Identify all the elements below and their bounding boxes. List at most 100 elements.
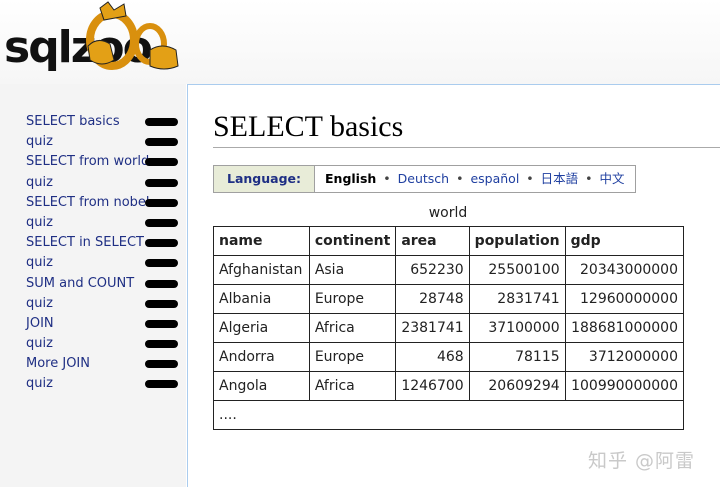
cell-area: 1246700 — [395, 371, 470, 401]
sidebar-item-select-in-select[interactable]: SELECT in SELECT — [0, 233, 186, 253]
progress-bar-icon — [145, 299, 178, 308]
cell-area: 468 — [395, 342, 470, 372]
progress-bar-icon — [145, 319, 178, 328]
sidebar-item-select-basics[interactable]: SELECT basics — [0, 112, 186, 132]
progress-bar-icon — [145, 340, 178, 349]
sidebar-item-select-from-world[interactable]: SELECT from world — [0, 152, 186, 172]
world-table: name continent area population gdp Afgha… — [213, 226, 685, 430]
sidebar-item-quiz[interactable]: quiz — [0, 294, 186, 314]
sidebar-item-label: quiz — [26, 295, 53, 311]
cell-continent: Europe — [308, 284, 397, 314]
cell-population: 37100000 — [468, 313, 566, 343]
sidebar-item-label: SELECT basics — [26, 114, 120, 129]
progress-bar-icon — [145, 279, 178, 288]
column-header-population: population — [468, 226, 566, 256]
column-header-continent: continent — [308, 226, 397, 256]
sidebar-item-label: SELECT from nobel — [26, 194, 150, 210]
column-header-gdp: gdp — [564, 226, 685, 256]
cell-name: Angola — [213, 371, 310, 401]
sidebar-nav: SELECT basics quiz SELECT from world qui… — [0, 112, 186, 395]
sidebar-item-more-join[interactable]: More JOIN — [0, 354, 186, 374]
progress-bar-icon — [145, 259, 178, 268]
column-header-name: name — [213, 226, 310, 256]
sidebar-item-quiz[interactable]: quiz — [0, 213, 186, 233]
sidebar-item-quiz[interactable]: quiz — [0, 173, 186, 193]
table-header-row: name continent area population gdp — [213, 226, 685, 256]
header-bar: sqlzoo — [0, 0, 720, 84]
cell-area: 2381741 — [395, 313, 470, 343]
logo-animal-shape — [87, 40, 115, 65]
table-caption: world — [428, 205, 468, 221]
cell-continent: Africa — [308, 371, 397, 401]
language-link-japanese[interactable]: 日本語 — [541, 171, 579, 186]
table-row: Albania Europe 28748 2831741 12960000000 — [213, 284, 685, 314]
progress-bar-icon — [145, 118, 178, 126]
title-divider — [213, 147, 720, 148]
language-selector: Language: English • Deutsch • español • … — [213, 165, 636, 193]
language-current: English — [325, 171, 377, 186]
sidebar-item-quiz[interactable]: quiz — [0, 374, 186, 394]
column-header-area: area — [395, 226, 470, 256]
sidebar-item-label: quiz — [26, 134, 53, 150]
cell-name: Andorra — [213, 342, 310, 372]
table-row: Andorra Europe 468 78115 3712000000 — [213, 342, 685, 372]
cell-gdp: 188681000000 — [564, 313, 685, 343]
sidebar-item-label: quiz — [26, 255, 53, 271]
language-link-espanol[interactable]: español — [470, 171, 519, 186]
cell-gdp: 100990000000 — [564, 371, 685, 401]
progress-bar-icon — [145, 239, 178, 248]
sidebar-item-label: SUM and COUNT — [26, 275, 135, 291]
watermark: 知乎 @阿雷 — [588, 450, 696, 472]
language-separator: • — [585, 171, 593, 186]
table-row-more: .... — [213, 400, 684, 430]
cell-name: Algeria — [213, 313, 310, 343]
progress-bar-icon — [145, 380, 178, 389]
sidebar-item-label: quiz — [26, 336, 53, 352]
sidebar-item-quiz[interactable]: quiz — [0, 132, 186, 152]
table-row: Afghanistan Asia 652230 25500100 2034300… — [213, 255, 685, 285]
cell-name: Afghanistan — [213, 255, 310, 285]
cell-area: 28748 — [395, 284, 470, 314]
cell-continent: Europe — [308, 342, 397, 372]
table-row: Algeria Africa 2381741 37100000 18868100… — [213, 313, 685, 343]
language-separator: • — [526, 171, 534, 186]
sidebar-item-label: JOIN — [26, 315, 54, 331]
sidebar-item-join[interactable]: JOIN — [0, 314, 186, 334]
cell-name: Albania — [213, 284, 310, 314]
page-title: SELECT basics — [213, 110, 404, 143]
sidebar-item-label: quiz — [26, 174, 53, 190]
cell-population: 20609294 — [468, 371, 566, 401]
cell-population: 78115 — [468, 342, 566, 372]
sidebar-item-quiz[interactable]: quiz — [0, 253, 186, 273]
language-separator: • — [456, 171, 464, 186]
cell-area: 652230 — [395, 255, 470, 285]
cell-gdp: 12960000000 — [564, 284, 685, 314]
cell-gdp: 3712000000 — [564, 342, 685, 372]
cell-gdp: 20343000000 — [564, 255, 685, 285]
progress-bar-icon — [145, 178, 178, 187]
main-content: SELECT basics Language: English • Deutsc… — [187, 84, 720, 487]
cell-continent: Asia — [308, 255, 397, 285]
sidebar-item-label: More JOIN — [26, 356, 90, 372]
sqlzoo-logo[interactable]: sqlzoo — [0, 0, 185, 84]
table-row: Angola Africa 1246700 20609294 100990000… — [213, 371, 685, 401]
language-separator: • — [383, 171, 391, 186]
sidebar-item-label: quiz — [26, 376, 53, 392]
progress-bar-icon — [145, 138, 178, 147]
progress-bar-icon — [145, 218, 178, 227]
progress-bar-icon — [145, 198, 178, 207]
sidebar-item-sum-and-count[interactable]: SUM and COUNT — [0, 274, 186, 294]
language-link-chinese[interactable]: 中文 — [600, 171, 625, 186]
language-options: English • Deutsch • español • 日本語 • 中文 — [315, 166, 635, 192]
language-link-deutsch[interactable]: Deutsch — [398, 171, 449, 186]
sidebar-item-label: SELECT from world — [26, 154, 150, 170]
logo-animal-shape — [149, 45, 179, 70]
sidebar-item-label: quiz — [26, 214, 53, 230]
sidebar-item-quiz[interactable]: quiz — [0, 334, 186, 354]
progress-bar-icon — [145, 158, 178, 167]
cell-population: 25500100 — [468, 255, 566, 285]
language-label: Language: — [214, 166, 316, 192]
sidebar-item-select-from-nobel[interactable]: SELECT from nobel — [0, 193, 186, 213]
cell-more: .... — [213, 400, 684, 430]
progress-bar-icon — [145, 360, 178, 369]
